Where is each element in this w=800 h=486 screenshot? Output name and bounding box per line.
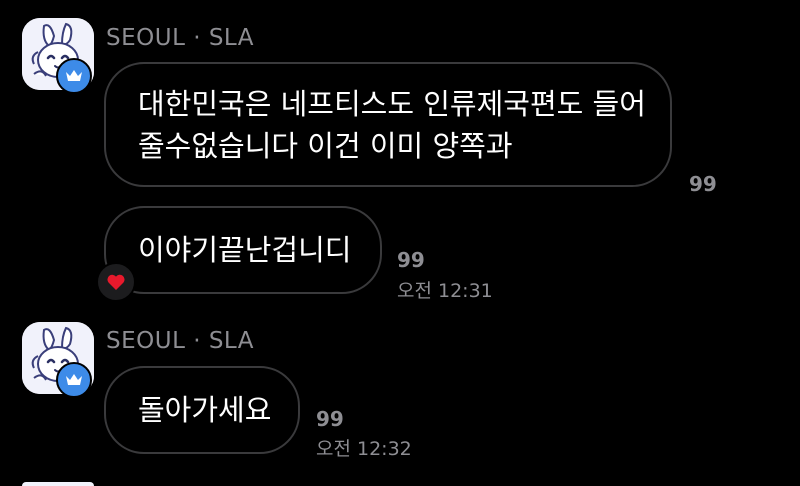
unread-count: 99 <box>397 248 425 272</box>
heart-icon <box>107 274 125 290</box>
crown-badge <box>56 58 92 94</box>
message-bubble[interactable]: 대한민국은 네프티스도 인류제국편도 들어 줄수없습니다 이건 이미 양쪽과 <box>104 62 672 187</box>
message-group-2: SEOUL · SLA 돌아가세요 99 오전 12:32 <box>0 310 800 486</box>
message-text: 돌아가세요 <box>138 393 272 427</box>
message-time: 오전 12:32 <box>316 438 412 460</box>
unread-count: 99 <box>689 172 717 196</box>
crown-badge <box>56 362 92 398</box>
message-text-line: 줄수없습니다 이건 이미 양쪽과 <box>138 129 513 163</box>
sender-avatar-partial <box>22 482 94 486</box>
message-bubble[interactable]: 이야기끝난겁니디 <box>104 206 382 294</box>
crown-icon <box>66 374 82 385</box>
message-time: 오전 12:31 <box>397 280 493 302</box>
message-bubble[interactable]: 돌아가세요 <box>104 366 300 454</box>
message-text-line: 대한민국은 네프티스도 인류제국편도 들어 <box>138 87 646 121</box>
message-text: 이야기끝난겁니디 <box>138 233 352 267</box>
unread-count: 99 <box>316 407 344 431</box>
heart-reaction[interactable] <box>96 262 136 302</box>
sender-name: SEOUL · SLA <box>106 328 254 354</box>
sender-name: SEOUL · SLA <box>106 25 254 51</box>
message-group-1: SEOUL · SLA 대한민국은 네프티스도 인류제국편도 들어 줄수없습니다… <box>0 0 800 310</box>
crown-icon <box>66 70 82 81</box>
